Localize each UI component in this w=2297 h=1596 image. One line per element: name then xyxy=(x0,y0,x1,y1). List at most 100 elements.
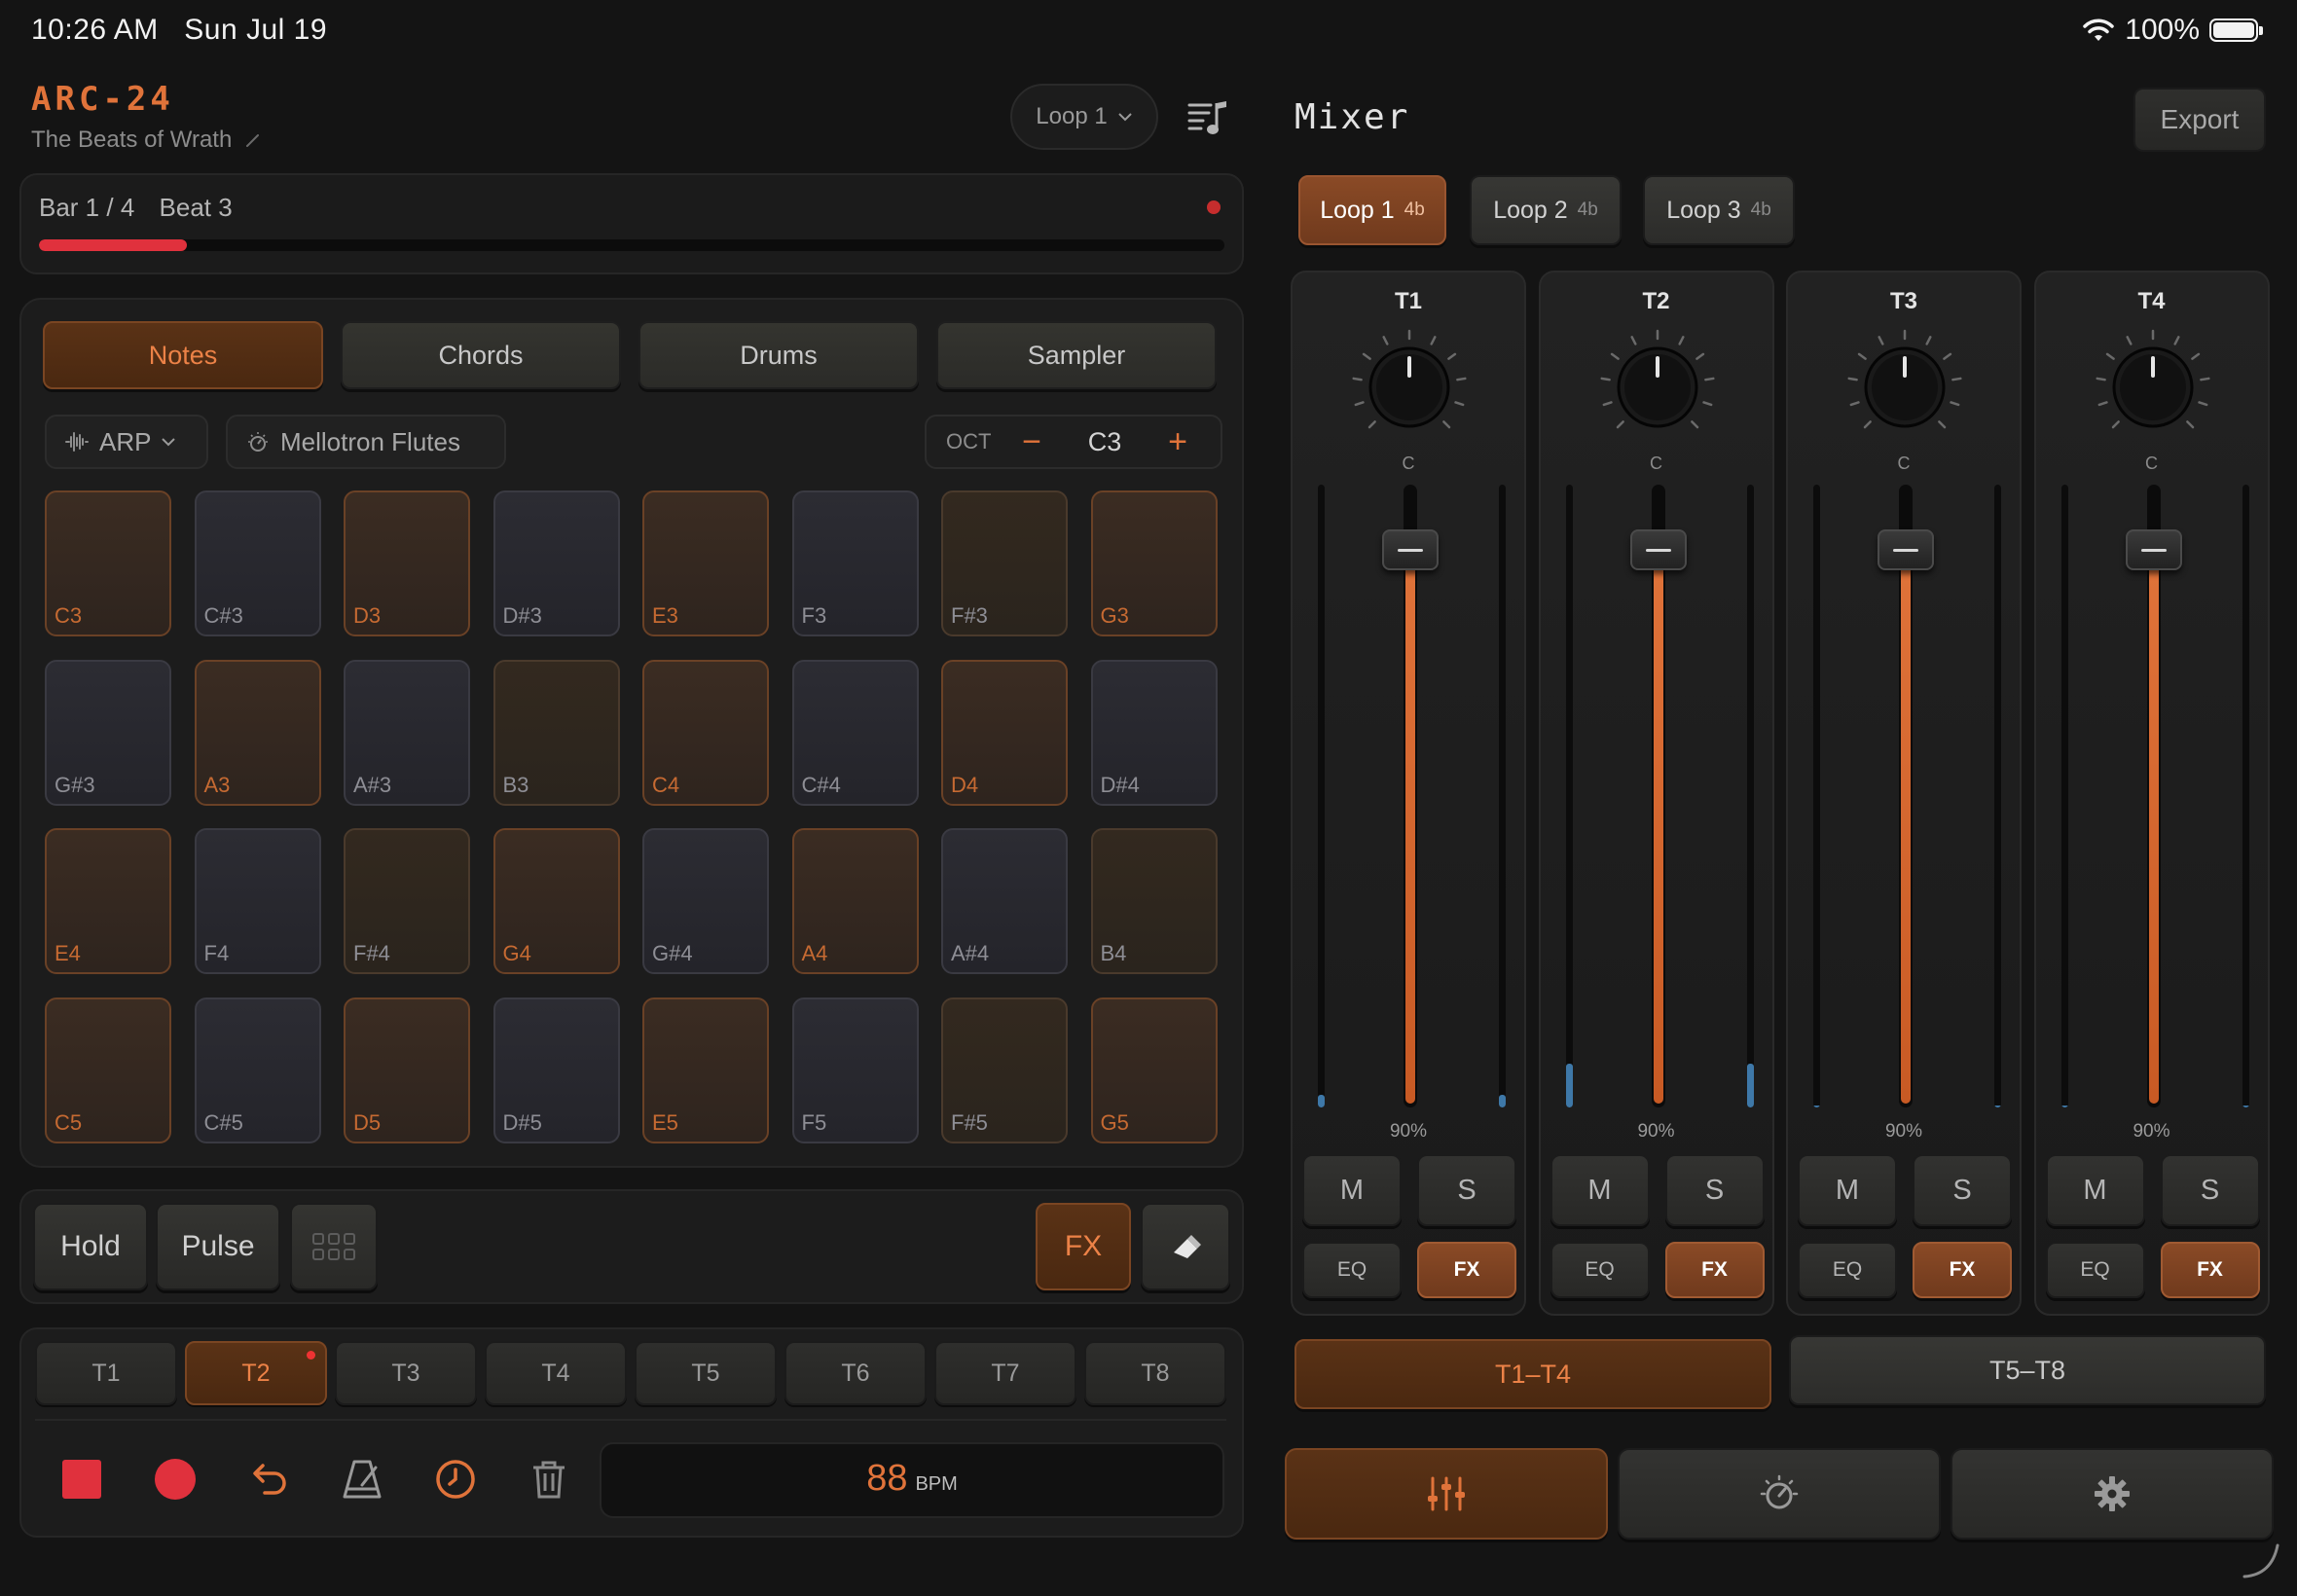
track-tab-t5[interactable]: T5 xyxy=(635,1341,777,1405)
channel-fx-button[interactable]: FX xyxy=(2160,1242,2260,1298)
note-pad[interactable]: F5 xyxy=(791,997,919,1143)
note-pad[interactable]: F#5 xyxy=(941,997,1068,1143)
mode-tab-notes[interactable]: Notes xyxy=(43,321,323,389)
solo-button[interactable]: S xyxy=(1664,1154,1765,1226)
channel-fx-button[interactable]: FX xyxy=(1664,1242,1765,1298)
track-tab-t3[interactable]: T3 xyxy=(335,1341,477,1405)
loop-tab-3[interactable]: Loop 3 4b xyxy=(1643,175,1795,245)
note-pad[interactable]: G5 xyxy=(1090,997,1218,1143)
note-pad[interactable]: E5 xyxy=(642,997,769,1143)
export-button[interactable]: Export xyxy=(2133,88,2266,152)
note-pad[interactable]: C3 xyxy=(45,490,171,636)
note-pad[interactable]: E4 xyxy=(45,828,171,974)
mute-button[interactable]: M xyxy=(1550,1154,1650,1226)
resize-handle-icon[interactable] xyxy=(2239,1538,2281,1580)
note-pad[interactable]: C4 xyxy=(642,659,769,806)
music-sequence-icon[interactable] xyxy=(1185,95,1230,140)
note-pad[interactable]: C#3 xyxy=(194,490,321,636)
volume-fader-track[interactable] xyxy=(1651,485,1665,1107)
grid-button[interactable] xyxy=(290,1203,378,1290)
note-pad[interactable]: A#3 xyxy=(344,659,470,806)
eq-button[interactable]: EQ xyxy=(1550,1242,1650,1298)
note-pad[interactable]: D#5 xyxy=(492,997,620,1143)
metronome-icon[interactable] xyxy=(337,1454,387,1505)
note-pad[interactable]: D3 xyxy=(344,490,470,636)
record-icon[interactable] xyxy=(150,1454,201,1505)
pulse-button[interactable]: Pulse xyxy=(156,1203,280,1290)
bank-tab-2[interactable]: T5–T8 xyxy=(1789,1335,2266,1405)
mode-tab-chords[interactable]: Chords xyxy=(341,321,621,389)
volume-fader-handle[interactable] xyxy=(2125,529,2182,571)
bpm-display[interactable]: 88 BPM xyxy=(600,1442,1224,1518)
volume-fader-handle[interactable] xyxy=(1629,529,1687,571)
mute-button[interactable]: M xyxy=(2045,1154,2145,1226)
nav-mixer-button[interactable] xyxy=(1285,1448,1608,1540)
pan-knob[interactable] xyxy=(1842,325,1967,450)
channel-fx-button[interactable]: FX xyxy=(1417,1242,1516,1298)
note-pad[interactable]: D#4 xyxy=(1090,659,1218,806)
note-pad[interactable]: F#3 xyxy=(941,490,1068,636)
note-pad[interactable]: F3 xyxy=(791,490,919,636)
mode-tab-sampler[interactable]: Sampler xyxy=(936,321,1217,389)
note-pad[interactable]: C5 xyxy=(45,997,171,1143)
pad-fx-button[interactable]: FX xyxy=(1036,1203,1131,1290)
mute-button[interactable]: M xyxy=(1302,1154,1402,1226)
eq-button[interactable]: EQ xyxy=(2045,1242,2145,1298)
loop-select[interactable]: Loop 1 xyxy=(1010,84,1158,150)
eq-button[interactable]: EQ xyxy=(1302,1242,1402,1298)
solo-button[interactable]: S xyxy=(1913,1154,2012,1226)
volume-fader-track[interactable] xyxy=(1404,485,1417,1107)
track-tab-t2[interactable]: T2 xyxy=(185,1341,327,1405)
note-pad[interactable]: G#3 xyxy=(45,659,171,806)
mute-button[interactable]: M xyxy=(1798,1154,1897,1226)
nav-dial-button[interactable] xyxy=(1618,1448,1941,1540)
eq-button[interactable]: EQ xyxy=(1798,1242,1897,1298)
loop-tab-2[interactable]: Loop 2 4b xyxy=(1470,175,1622,245)
note-pad[interactable]: F4 xyxy=(194,828,321,974)
stop-icon[interactable] xyxy=(56,1454,107,1505)
note-pad[interactable]: E3 xyxy=(642,490,769,636)
note-pad[interactable]: D5 xyxy=(344,997,470,1143)
track-tab-t7[interactable]: T7 xyxy=(934,1341,1076,1405)
position-progress[interactable] xyxy=(39,239,1224,251)
arp-select[interactable]: ARP xyxy=(45,415,208,469)
hold-button[interactable]: Hold xyxy=(33,1203,148,1290)
note-pad[interactable]: G3 xyxy=(1090,490,1218,636)
octave-up-button[interactable]: + xyxy=(1148,423,1207,461)
volume-fader-track[interactable] xyxy=(1899,485,1913,1107)
channel-fx-button[interactable]: FX xyxy=(1913,1242,2012,1298)
track-tab-t4[interactable]: T4 xyxy=(485,1341,627,1405)
track-tab-t1[interactable]: T1 xyxy=(35,1341,177,1405)
note-pad[interactable]: C#5 xyxy=(194,997,321,1143)
volume-fader-track[interactable] xyxy=(2146,485,2161,1107)
bank-tab-1[interactable]: T1–T4 xyxy=(1294,1339,1771,1409)
note-pad[interactable]: A#4 xyxy=(941,828,1068,974)
track-tab-t6[interactable]: T6 xyxy=(784,1341,927,1405)
loop-tab-1[interactable]: Loop 1 4b xyxy=(1298,175,1446,245)
mode-tab-drums[interactable]: Drums xyxy=(638,321,919,389)
pan-knob[interactable] xyxy=(2091,325,2215,450)
solo-button[interactable]: S xyxy=(2160,1154,2260,1226)
volume-fader-handle[interactable] xyxy=(1382,529,1439,571)
trash-icon[interactable] xyxy=(524,1454,574,1505)
pan-knob[interactable] xyxy=(1347,325,1472,450)
note-pad[interactable]: A3 xyxy=(194,659,321,806)
note-pad[interactable]: D4 xyxy=(941,659,1068,806)
project-name-row[interactable]: The Beats of Wrath xyxy=(31,127,262,154)
note-pad[interactable]: F#4 xyxy=(344,828,470,974)
note-pad[interactable]: B4 xyxy=(1090,828,1218,974)
note-pad[interactable]: C#4 xyxy=(791,659,919,806)
solo-button[interactable]: S xyxy=(1417,1154,1516,1226)
note-pad[interactable]: G#4 xyxy=(642,828,769,974)
pan-knob[interactable] xyxy=(1595,325,1720,450)
octave-down-button[interactable]: − xyxy=(1003,423,1061,461)
note-pad[interactable]: A4 xyxy=(791,828,919,974)
undo-icon[interactable] xyxy=(243,1454,294,1505)
eraser-button[interactable] xyxy=(1141,1203,1230,1290)
note-pad[interactable]: G4 xyxy=(492,828,620,974)
note-pad[interactable]: D#3 xyxy=(492,490,620,636)
nav-settings-button[interactable] xyxy=(1951,1448,2274,1540)
track-tab-t8[interactable]: T8 xyxy=(1084,1341,1226,1405)
volume-fader-handle[interactable] xyxy=(1878,529,1934,571)
instrument-select[interactable]: Mellotron Flutes xyxy=(226,415,506,469)
